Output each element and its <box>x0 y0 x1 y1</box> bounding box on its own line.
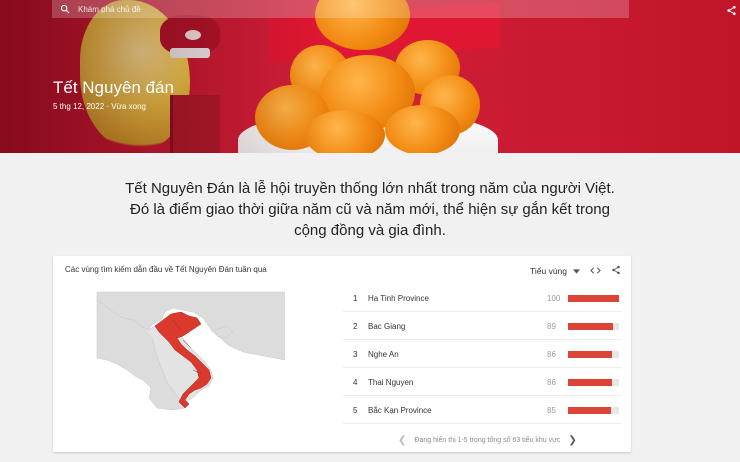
region-value: 85 <box>547 406 556 415</box>
rank-number: 2 <box>353 322 358 331</box>
resolution-dropdown[interactable]: Tiểu vùng <box>530 266 580 276</box>
topic-description: Tết Nguyên Đán là lễ hội truyền thống lớ… <box>125 180 615 239</box>
search-icon[interactable] <box>52 0 78 18</box>
dropdown-arrow-icon <box>573 268 580 274</box>
rank-number: 5 <box>353 406 358 415</box>
rank-number: 4 <box>353 378 358 387</box>
region-name[interactable]: Thai Nguyen <box>368 378 413 387</box>
regions-card: Các vùng tìm kiếm dẫn đầu về Tết Nguyên … <box>53 256 631 452</box>
region-value: 89 <box>547 322 556 331</box>
region-name[interactable]: Ha Tinh Province <box>368 294 429 303</box>
region-value: 86 <box>547 350 556 359</box>
region-name[interactable]: Bắc Kạn Province <box>368 406 432 415</box>
embed-code-icon[interactable] <box>590 262 601 280</box>
region-row[interactable]: 3 Nghe An 86 <box>343 340 621 368</box>
interest-bar-fill <box>568 323 614 330</box>
resolution-label: Tiểu vùng <box>529 266 567 276</box>
region-value: 100 <box>547 294 561 303</box>
pagination-text: Đang hiển thị 1-5 trong tổng số 63 tiểu … <box>414 437 561 444</box>
interest-bar-fill <box>568 295 619 302</box>
interest-bar-fill <box>568 407 612 414</box>
interest-bar <box>568 295 619 302</box>
hero-overlay <box>0 0 330 153</box>
interest-bar-fill <box>568 379 612 386</box>
next-page-icon[interactable]: ❯ <box>568 435 576 446</box>
region-row[interactable]: 5 Bắc Kạn Province 85 <box>343 396 621 424</box>
rank-number: 1 <box>353 294 358 303</box>
region-row[interactable]: 1 Ha Tinh Province 100 <box>343 284 621 312</box>
date-label: 5 thg 12, 2022 <box>53 102 105 111</box>
previous-page-icon[interactable]: ❮ <box>398 435 406 446</box>
region-name[interactable]: Bac Giang <box>368 322 405 331</box>
region-row[interactable]: 2 Bac Giang 89 <box>343 312 621 340</box>
interest-bar <box>568 323 619 330</box>
region-list: 1 Ha Tinh Province 100 2 Bac Giang 89 3 … <box>343 284 621 424</box>
interest-bar-fill <box>568 351 612 358</box>
interest-bar <box>568 351 619 358</box>
interest-bar <box>568 407 619 414</box>
card-share-icon[interactable] <box>611 262 621 280</box>
region-row[interactable]: 4 Thai Nguyen 86 <box>343 368 621 396</box>
rank-number: 3 <box>353 350 358 359</box>
region-value: 86 <box>547 378 556 387</box>
page-subtitle: 5 thg 12, 2022 · Vừa xong <box>53 102 146 111</box>
page-title: Tết Nguyên đán <box>53 78 174 97</box>
share-icon[interactable] <box>726 3 737 21</box>
interest-bar <box>568 379 619 386</box>
region-map[interactable] <box>93 290 285 418</box>
orange-fruit <box>385 105 460 153</box>
status-label: Vừa xong <box>111 102 146 111</box>
search-input[interactable] <box>78 4 478 14</box>
card-title: Các vùng tìm kiếm dẫn đầu về Tết Nguyên … <box>65 265 267 274</box>
search-bar[interactable] <box>52 0 629 18</box>
hero-banner: Tết Nguyên đán 5 thg 12, 2022 · Vừa xong <box>0 0 740 153</box>
pagination: ❮ Đang hiển thị 1-5 trong tổng số 63 tiể… <box>398 435 577 446</box>
card-toolbar: Tiểu vùng <box>530 262 621 280</box>
region-name[interactable]: Nghe An <box>368 350 399 359</box>
